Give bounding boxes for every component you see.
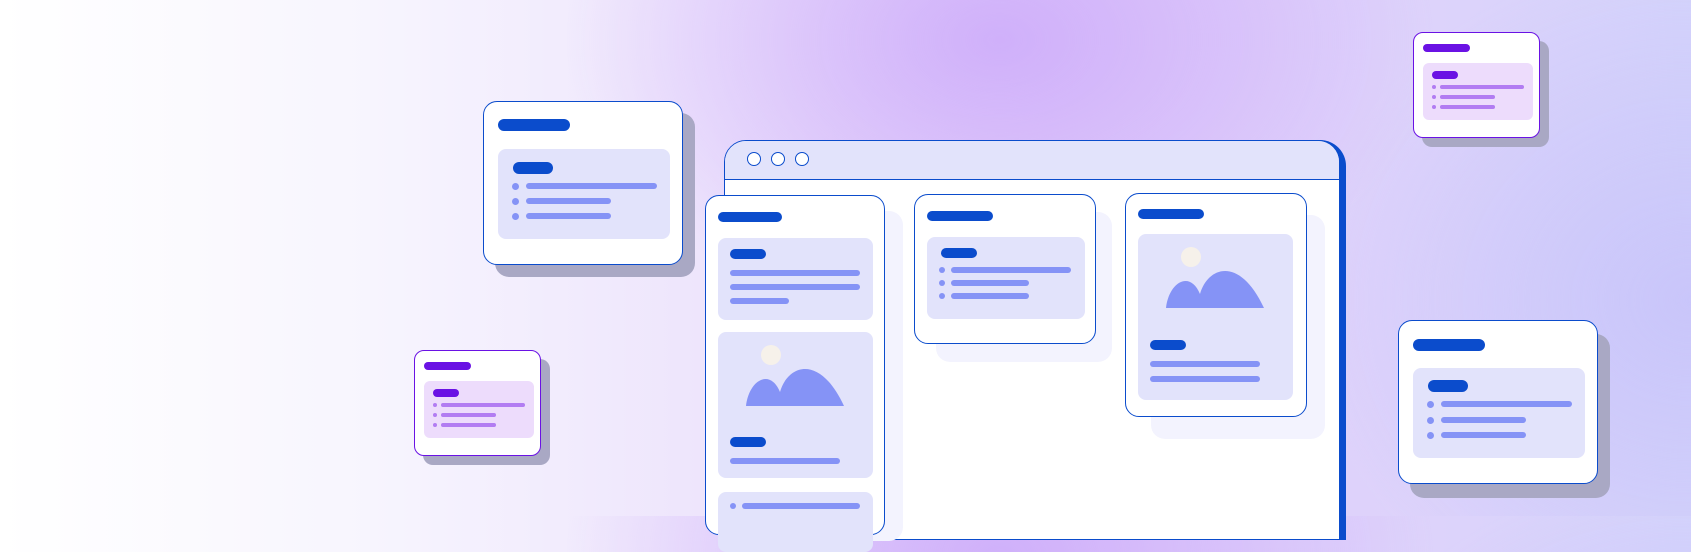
mountain-image-icon [1166,270,1264,308]
window-close-button[interactable] [747,152,761,166]
window-maximize-button[interactable] [795,152,809,166]
image-panel [718,332,873,478]
window-minimize-button[interactable] [771,152,785,166]
browser-titlebar [725,141,1339,180]
mountain-image-icon [746,368,844,406]
image-panel [1138,234,1293,400]
card-title-bar [498,119,570,131]
